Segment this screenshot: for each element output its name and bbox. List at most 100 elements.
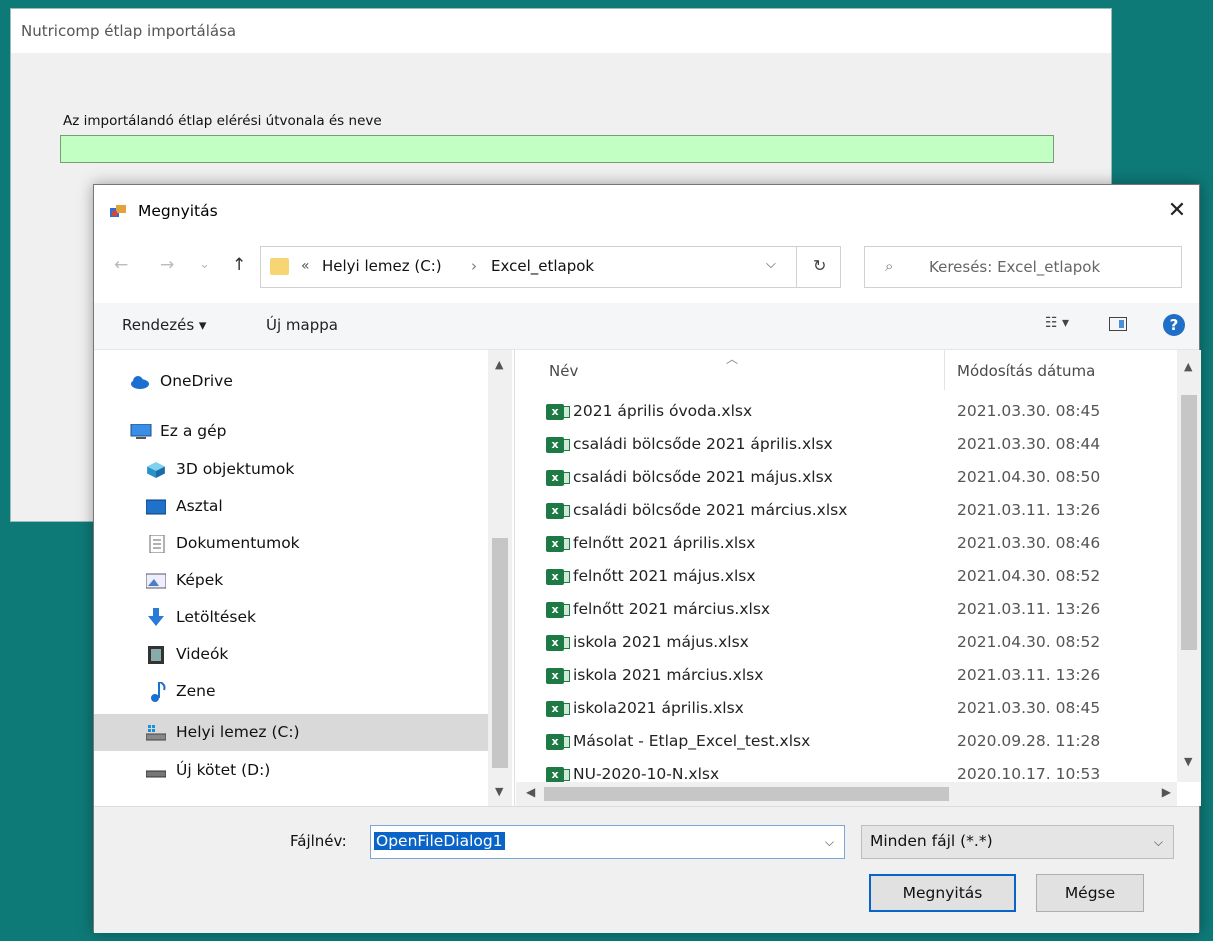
- tree-item-music[interactable]: Zene: [94, 675, 488, 709]
- excel-file-icon: x: [546, 470, 570, 486]
- tree-item-pictures[interactable]: Képek: [94, 564, 488, 598]
- excel-file-icon: x: [546, 602, 570, 618]
- navigation-scrollbar[interactable]: ▲ ▼: [488, 350, 512, 806]
- forward-arrow-icon[interactable]: →: [160, 255, 174, 275]
- tree-item-onedrive[interactable]: OneDrive: [94, 365, 488, 399]
- search-box[interactable]: ⌕ Keresés: Excel_etlapok: [864, 246, 1182, 288]
- music-icon: [151, 682, 166, 702]
- organize-button[interactable]: Rendezés ▾: [122, 316, 206, 334]
- chevron-down-icon[interactable]: ⌵: [1154, 835, 1163, 850]
- refresh-icon[interactable]: ↻: [813, 256, 826, 275]
- scroll-up-icon[interactable]: ▲: [1184, 360, 1192, 373]
- cloud-icon: [131, 376, 149, 389]
- tree-label: Letöltések: [176, 608, 256, 626]
- preview-pane-icon[interactable]: [1109, 317, 1127, 331]
- scroll-right-icon[interactable]: ▶: [1162, 785, 1171, 799]
- file-modified-date: 2021.03.30. 08:45: [957, 402, 1101, 420]
- window-title: Nutricomp étlap importálása: [11, 9, 1111, 53]
- scroll-up-icon[interactable]: ▲: [495, 358, 503, 371]
- cancel-button[interactable]: Mégse: [1036, 874, 1144, 912]
- filename-value[interactable]: OpenFileDialog1: [374, 832, 505, 850]
- back-arrow-icon[interactable]: ←: [114, 255, 128, 275]
- filename-label: Fájlnév:: [290, 832, 347, 850]
- column-header-name[interactable]: Név: [549, 362, 578, 380]
- file-row[interactable]: x iskola2021 április.xlsx 2021.03.30. 08:4…: [516, 693, 1176, 726]
- file-row[interactable]: x iskola 2021 május.xlsx 2021.04.30. 08:52: [516, 627, 1176, 660]
- tree-label: 3D objektumok: [176, 460, 295, 478]
- tree-label: Ez a gép: [160, 422, 227, 440]
- tree-item-documents[interactable]: Dokumentumok: [94, 527, 488, 561]
- tree-item-local-disk-c[interactable]: Helyi lemez (C:): [94, 714, 488, 751]
- computer-icon: [130, 424, 152, 439]
- excel-file-icon: x: [546, 503, 570, 519]
- excel-file-icon: x: [546, 635, 570, 651]
- file-row[interactable]: x iskola 2021 március.xlsx 2021.03.11. 13:…: [516, 660, 1176, 693]
- file-row[interactable]: x családi bölcsőde 2021 április.xlsx 2021.…: [516, 429, 1176, 462]
- excel-file-icon: x: [546, 404, 570, 420]
- file-row[interactable]: x családi bölcsőde 2021 március.xlsx 2021.…: [516, 495, 1176, 528]
- file-type-value: Minden fájl (*.*): [870, 832, 993, 850]
- help-icon[interactable]: ?: [1163, 314, 1185, 336]
- scroll-left-icon[interactable]: ◀: [526, 785, 535, 799]
- breadcrumb-overflow[interactable]: «: [301, 258, 310, 274]
- drive-icon: [146, 725, 166, 741]
- tree-item-desktop[interactable]: Asztal: [94, 490, 488, 524]
- file-list-horizontal-scrollbar[interactable]: ◀ ▶: [516, 782, 1177, 806]
- file-modified-date: 2021.03.30. 08:44: [957, 435, 1101, 453]
- file-row[interactable]: x felnőtt 2021 március.xlsx 2021.03.11. 13…: [516, 594, 1176, 627]
- breadcrumb-separator[interactable]: ›: [471, 257, 477, 275]
- file-modified-date: 2021.04.30. 08:50: [957, 468, 1101, 486]
- excel-file-icon: x: [546, 437, 570, 453]
- tree-label: OneDrive: [160, 372, 233, 390]
- column-header-modified[interactable]: Módosítás dátuma: [957, 362, 1095, 380]
- scroll-thumb[interactable]: [544, 787, 949, 801]
- file-name: felnőtt 2021 április.xlsx: [573, 534, 756, 552]
- filename-input[interactable]: OpenFileDialog1 ⌵: [370, 825, 845, 859]
- file-row[interactable]: x családi bölcsőde 2021 május.xlsx 2021.04…: [516, 462, 1176, 495]
- tree-item-this-pc[interactable]: Ez a gép: [94, 415, 488, 449]
- file-modified-date: 2021.04.30. 08:52: [957, 633, 1101, 651]
- file-row[interactable]: x 2021 április óvoda.xlsx 2021.03.30. 08:4…: [516, 396, 1176, 429]
- file-modified-date: 2021.03.30. 08:45: [957, 699, 1101, 717]
- file-name: családi bölcsőde 2021 március.xlsx: [573, 501, 848, 519]
- file-type-select[interactable]: Minden fájl (*.*) ⌵: [861, 825, 1174, 859]
- close-icon[interactable]: ✕: [1163, 197, 1191, 225]
- tree-label: Új kötet (D:): [176, 761, 271, 779]
- breadcrumb-local-disk[interactable]: Helyi lemez (C:): [322, 257, 442, 275]
- chevron-down-icon[interactable]: ⌵: [825, 835, 834, 850]
- scroll-down-icon[interactable]: ▼: [495, 785, 503, 798]
- tree-label: Asztal: [176, 497, 223, 515]
- search-icon: ⌕: [885, 257, 894, 275]
- tree-item-videos[interactable]: Videók: [94, 638, 488, 672]
- scroll-thumb[interactable]: [492, 538, 508, 768]
- file-row[interactable]: x Másolat - Etlap_Excel_test.xlsx 2020.09.…: [516, 726, 1176, 759]
- up-arrow-icon[interactable]: ↑: [232, 255, 246, 275]
- scroll-down-icon[interactable]: ▼: [1184, 755, 1192, 768]
- tree-label: Zene: [176, 682, 216, 700]
- new-folder-button[interactable]: Új mappa: [266, 316, 338, 334]
- command-toolbar: Rendezés ▾ Új mappa ☷ ▾ ?: [94, 303, 1199, 350]
- file-list-vertical-scrollbar[interactable]: ▲ ▼: [1177, 350, 1201, 782]
- tree-item-volume-d[interactable]: Új kötet (D:): [94, 754, 488, 788]
- file-name: felnőtt 2021 március.xlsx: [573, 600, 771, 618]
- navigation-bar: ← → ⌄ ↑ « Helyi lemez (C:) › Excel_etlap…: [94, 241, 1199, 291]
- open-file-dialog: Megnyitás ✕ ← → ⌄ ↑ « Helyi lemez (C:) ›…: [93, 184, 1201, 933]
- file-name: családi bölcsőde 2021 április.xlsx: [573, 435, 833, 453]
- file-row[interactable]: x felnőtt 2021 április.xlsx 2021.03.30. 08…: [516, 528, 1176, 561]
- recent-locations-icon[interactable]: ⌄: [199, 257, 210, 272]
- column-divider[interactable]: [944, 350, 945, 390]
- view-options-icon[interactable]: ☷ ▾: [1045, 315, 1069, 331]
- tree-item-downloads[interactable]: Letöltések: [94, 601, 488, 635]
- file-name: felnőtt 2021 május.xlsx: [573, 567, 756, 585]
- file-row[interactable]: x felnőtt 2021 május.xlsx 2021.04.30. 08:5…: [516, 561, 1176, 594]
- address-bar[interactable]: « Helyi lemez (C:) › Excel_etlapok ⌵ ↻: [260, 246, 841, 288]
- excel-file-icon: x: [546, 536, 570, 552]
- address-dropdown-icon[interactable]: ⌵: [766, 257, 776, 272]
- dialog-titlebar: Megnyitás ✕: [94, 185, 1199, 237]
- breadcrumb-excel-etlapok[interactable]: Excel_etlapok: [491, 257, 594, 275]
- path-input[interactable]: [60, 135, 1054, 163]
- scroll-thumb[interactable]: [1181, 395, 1197, 650]
- open-button[interactable]: Megnyitás: [869, 874, 1016, 912]
- tree-item-3d-objects[interactable]: 3D objektumok: [94, 453, 488, 487]
- file-modified-date: 2021.04.30. 08:52: [957, 567, 1101, 585]
